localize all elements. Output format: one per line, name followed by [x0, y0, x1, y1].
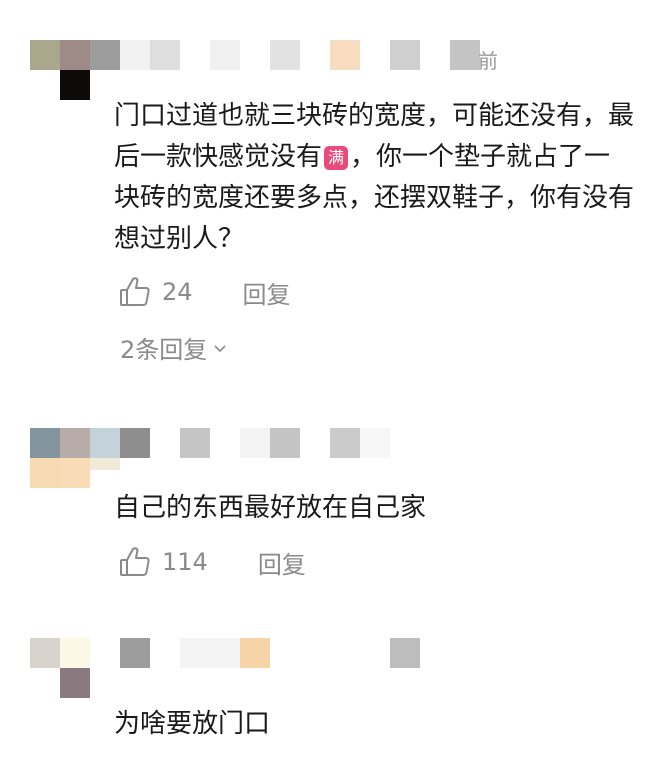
username-pixel: [180, 428, 210, 458]
avatar-pixel[interactable]: [60, 40, 90, 70]
like-button[interactable]: 24: [118, 275, 193, 309]
username-pixel: [180, 638, 210, 668]
chevron-down-icon: [213, 340, 227, 358]
username-pixel: [390, 40, 420, 70]
username-pixel: [240, 638, 270, 668]
like-button[interactable]: 114: [118, 545, 208, 579]
avatar-pixel[interactable]: [90, 458, 120, 470]
avatar-pixel[interactable]: [60, 638, 90, 668]
avatar-pixel[interactable]: [30, 458, 60, 488]
username-pixel: [120, 40, 150, 70]
username-pixel: [330, 40, 360, 70]
comment-1-text: 门口过道也就三块砖的宽度，可能还没有，最后一款快感觉没有满，你一个垫子就占了一块…: [114, 96, 634, 260]
comment-2-text: 自己的东西最好放在自己家: [114, 493, 427, 523]
username-pixel: [270, 40, 300, 70]
avatar-pixel[interactable]: [30, 40, 60, 70]
avatar-pixel[interactable]: [90, 40, 120, 70]
full-badge-icon: 满: [324, 146, 349, 170]
comment-1-actions: 24 回复: [118, 272, 291, 312]
avatar-pixel[interactable]: [30, 428, 60, 458]
thumbs-up-icon: [120, 277, 150, 306]
username-pixel: [270, 428, 300, 458]
comment-3-text: 为啥要放门口: [114, 709, 271, 739]
username-pixel: [120, 638, 150, 668]
username-pixel: [150, 40, 180, 70]
username-pixel: [210, 638, 240, 668]
view-replies-button[interactable]: 2条回复: [120, 330, 227, 365]
avatar-pixel[interactable]: [60, 668, 90, 698]
timestamp-fragment: 前: [478, 49, 498, 73]
username-pixel: [120, 428, 150, 458]
avatar-pixel[interactable]: [60, 70, 90, 100]
avatar-pixel[interactable]: [90, 428, 120, 458]
thumbs-up-icon: [120, 547, 150, 576]
like-count: 24: [162, 278, 193, 306]
like-count: 114: [162, 548, 208, 576]
username-pixel: [210, 40, 240, 70]
avatar-pixel[interactable]: [60, 428, 90, 458]
username-pixel: [240, 428, 270, 458]
avatar-pixel[interactable]: [60, 458, 90, 488]
avatar-pixel[interactable]: [30, 638, 60, 668]
username-pixel: [330, 428, 360, 458]
reply-button[interactable]: 回复: [258, 545, 306, 580]
username-pixel: [450, 40, 480, 70]
reply-button[interactable]: 回复: [243, 275, 291, 310]
username-pixel: [390, 638, 420, 668]
view-replies-label: 2条回复: [120, 336, 208, 364]
comment-2-actions: 114 回复: [118, 542, 306, 582]
username-pixel: [360, 428, 390, 458]
